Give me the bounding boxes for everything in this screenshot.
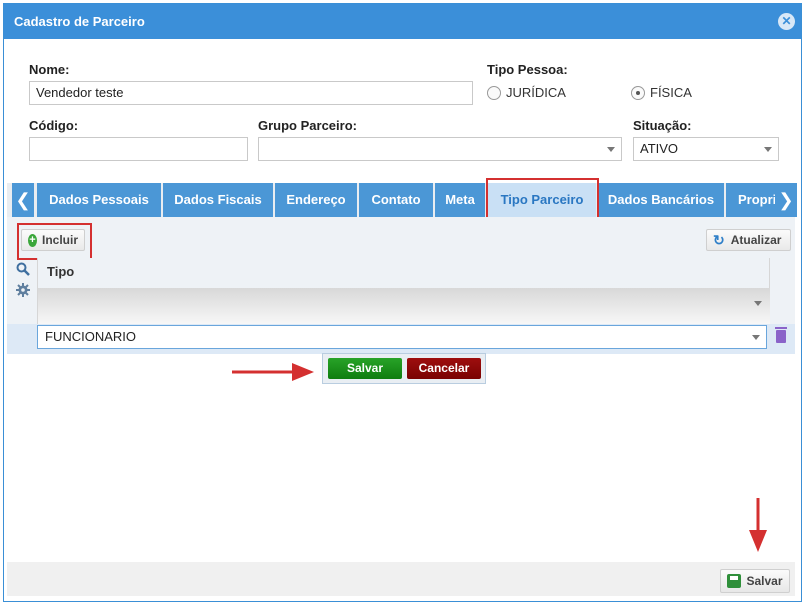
dialog-footer: Salvar [7, 562, 795, 596]
grid-column-header-tipo[interactable]: Tipo [37, 258, 770, 288]
tipo-row-select[interactable]: FUNCIONARIO [37, 325, 767, 349]
trash-icon[interactable] [775, 327, 787, 343]
tab-dados-bancarios[interactable]: Dados Bancários [598, 183, 724, 217]
tab-strip: ❮ Dados Pessoais Dados Fiscais Endereço … [7, 183, 797, 217]
grupo-parceiro-select[interactable] [258, 137, 622, 161]
nome-input[interactable]: Vendedor teste [29, 81, 473, 105]
tipo-pessoa-label: Tipo Pessoa: [487, 62, 568, 77]
refresh-icon: ↻ [713, 231, 725, 248]
grupo-parceiro-label: Grupo Parceiro: [258, 118, 357, 133]
tab-propri[interactable]: Propri [726, 183, 776, 217]
grid-filter-select[interactable] [37, 288, 770, 324]
chevron-down-icon [752, 335, 760, 340]
save-button[interactable]: Salvar [720, 569, 790, 593]
radio-circle-juridica[interactable] [487, 85, 501, 100]
tab-scroll-left-icon[interactable]: ❮ [12, 183, 34, 217]
chevron-down-icon [607, 147, 615, 152]
situacao-value: ATIVO [640, 141, 679, 156]
atualizar-button[interactable]: ↻ Atualizar [706, 229, 791, 251]
search-icon[interactable] [16, 262, 30, 279]
nome-label: Nome: [29, 62, 70, 77]
dialog-title: Cadastro de Parceiro [14, 14, 145, 29]
situacao-select[interactable]: ATIVO [633, 137, 779, 161]
annotation-arrow-right [232, 363, 314, 381]
situacao-label: Situação: [633, 118, 692, 133]
annotation-arrow-down [749, 498, 767, 552]
tab-endereco[interactable]: Endereço [275, 183, 357, 217]
chevron-down-icon [754, 301, 762, 306]
save-disk-icon [727, 574, 742, 588]
radio-fisica[interactable]: FÍSICA [631, 85, 692, 100]
table-row[interactable]: FUNCIONARIO [7, 324, 795, 354]
annotation-highlight-incluir [17, 223, 92, 260]
save-button-label: Salvar [746, 574, 783, 588]
grid-column-header-label: Tipo [47, 264, 75, 279]
tab-meta[interactable]: Meta [435, 183, 485, 217]
codigo-input[interactable] [29, 137, 248, 161]
radio-label-fisica: FÍSICA [650, 85, 692, 100]
chevron-down-icon [764, 147, 772, 152]
tab-dados-fiscais[interactable]: Dados Fiscais [163, 183, 273, 217]
tab-contato[interactable]: Contato [359, 183, 433, 217]
radio-circle-fisica[interactable] [631, 85, 645, 100]
dialog-titlebar[interactable]: Cadastro de Parceiro ✕ [4, 4, 801, 39]
radio-label-juridica: JURÍDICA [506, 85, 566, 100]
codigo-label: Código: [29, 118, 79, 133]
atualizar-label: Atualizar [730, 233, 782, 247]
save-row-button[interactable]: Salvar [328, 358, 402, 379]
tab-scroll-right-icon[interactable]: ❯ [775, 183, 797, 217]
cancel-row-button[interactable]: Cancelar [407, 358, 481, 379]
row-edit-popup: Salvar Cancelar [322, 353, 486, 384]
gear-icon[interactable] [16, 283, 30, 300]
tab-dados-pessoais[interactable]: Dados Pessoais [37, 183, 161, 217]
radio-juridica[interactable]: JURÍDICA [487, 85, 566, 100]
tipo-row-value: FUNCIONARIO [45, 329, 136, 344]
close-icon[interactable]: ✕ [778, 13, 795, 30]
